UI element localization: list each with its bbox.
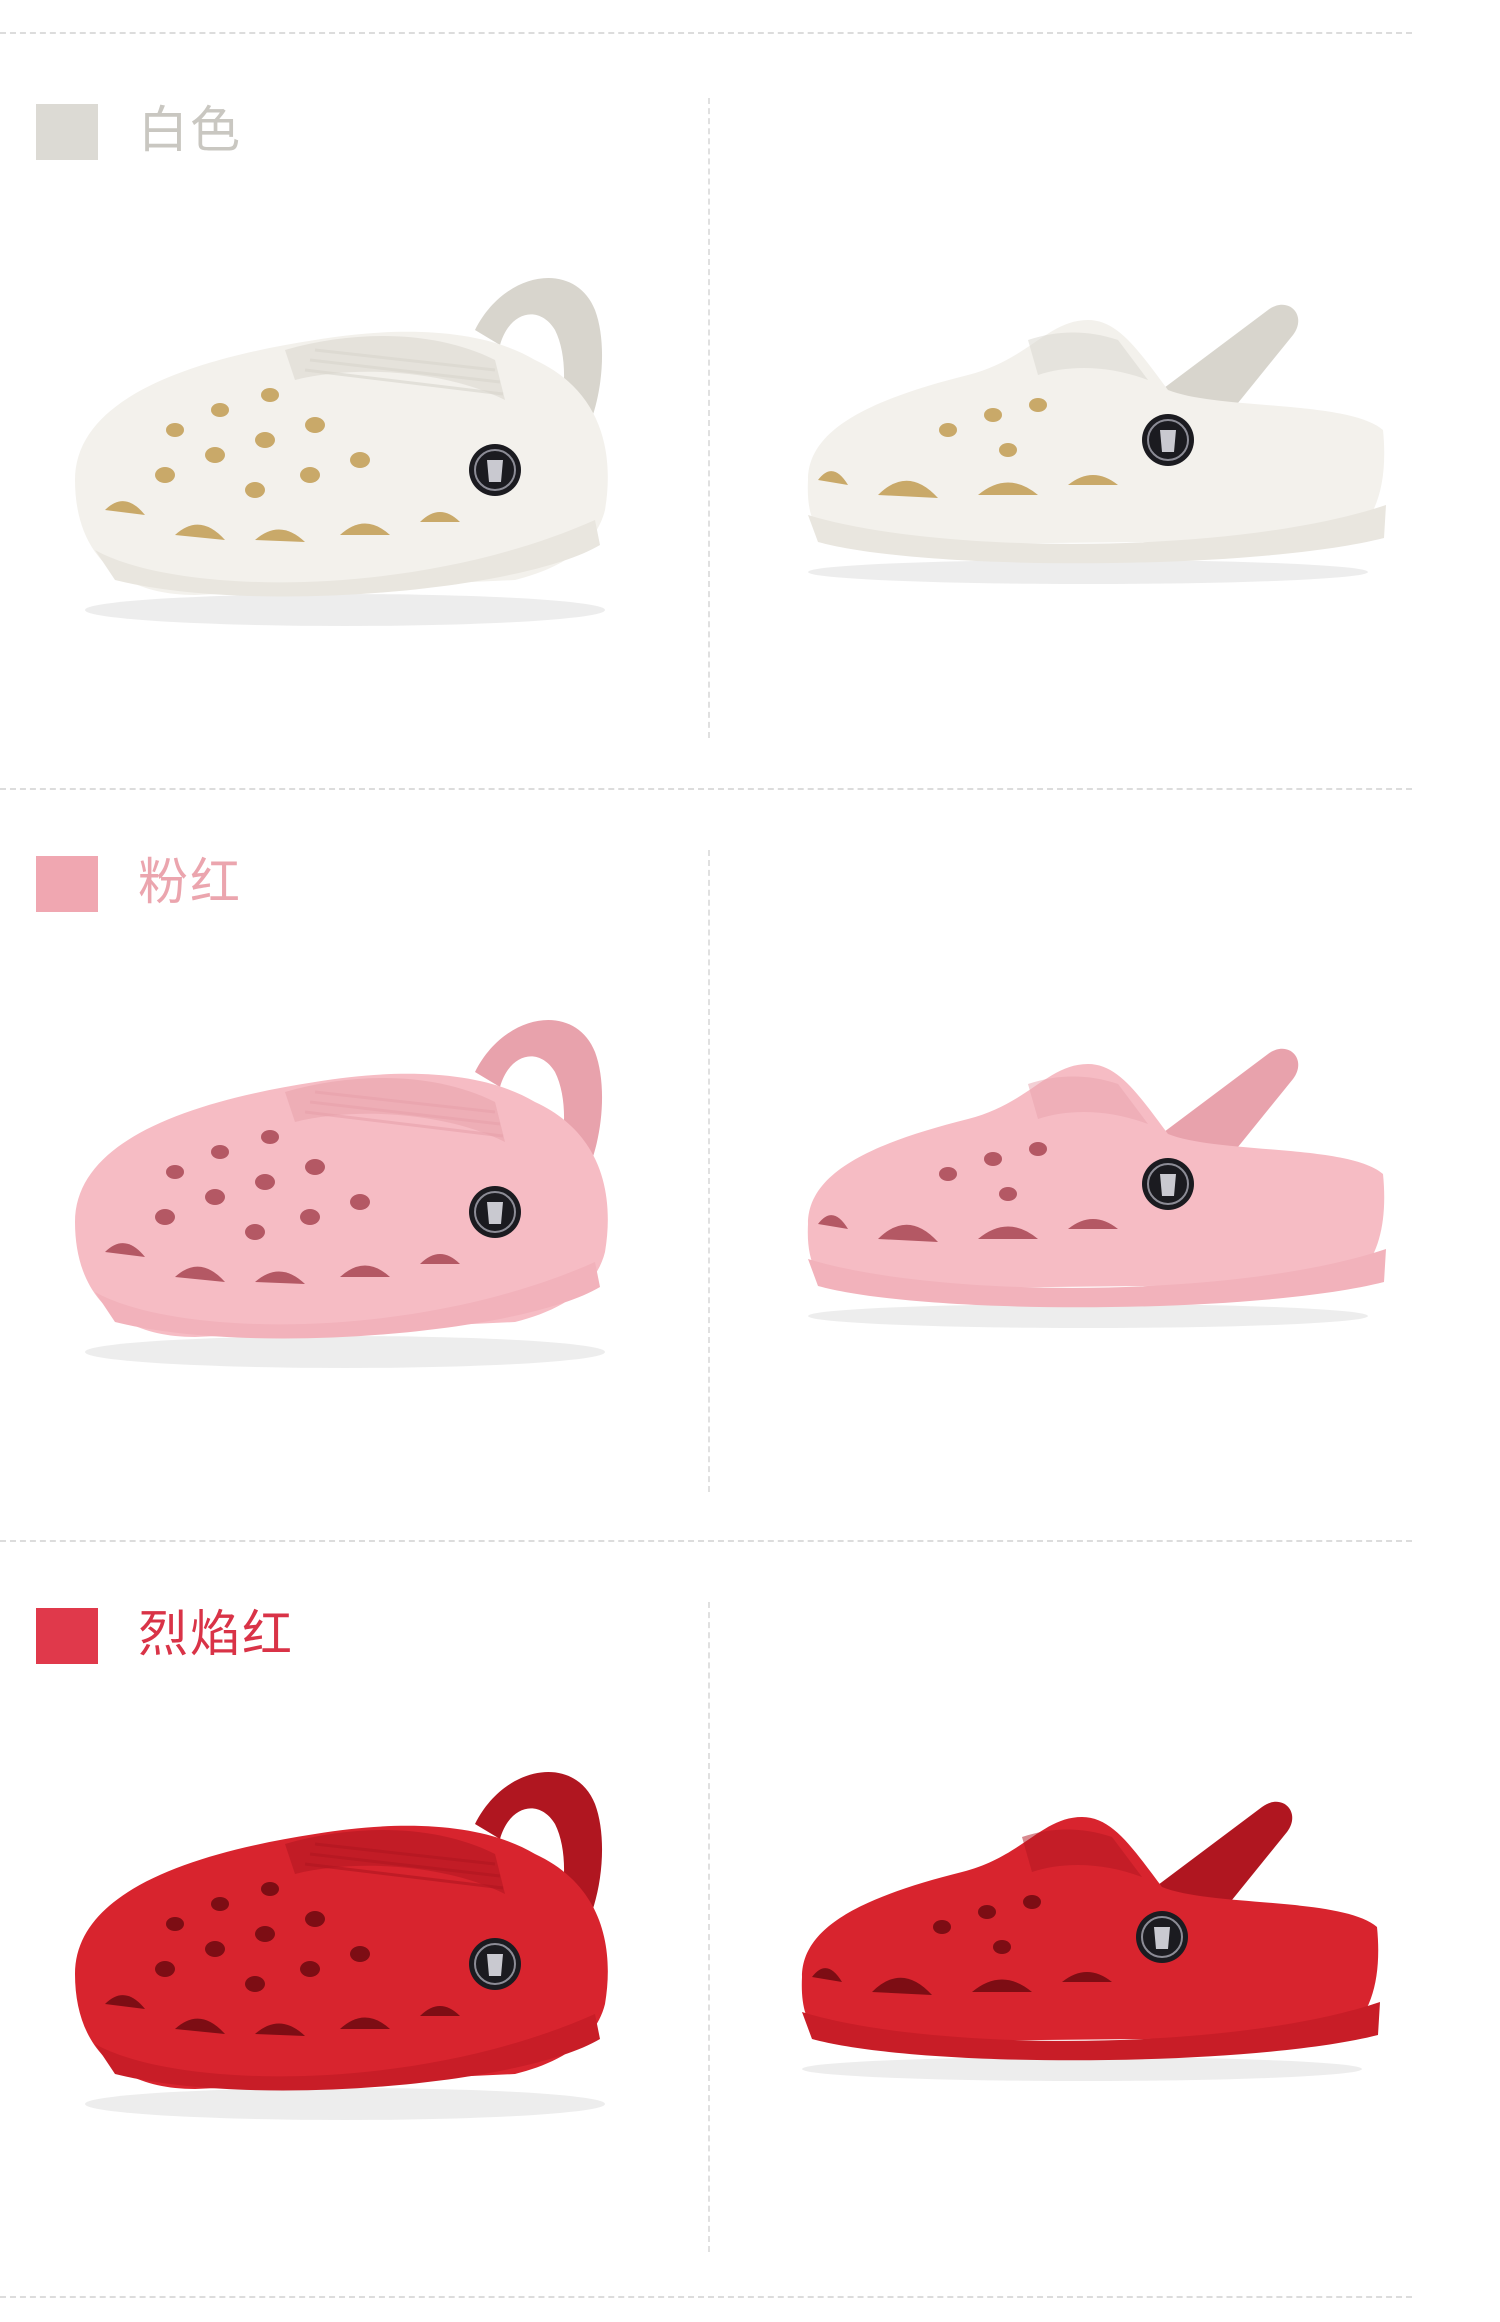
color-swatch <box>36 856 98 912</box>
color-section-pink: 粉红 <box>0 752 1500 1532</box>
color-section-red: 烈焰红 <box>0 1504 1500 2304</box>
column-divider <box>708 850 710 1492</box>
color-section-white: 白色 <box>0 0 1500 780</box>
shoe-image-side <box>782 1772 1382 2092</box>
shoe-image-side <box>788 1024 1388 1334</box>
shoe-image-side <box>788 280 1388 590</box>
color-name-label: 白色 <box>138 101 242 159</box>
color-swatch <box>36 104 98 160</box>
color-swatch <box>36 1608 98 1664</box>
color-name-label: 粉红 <box>138 853 242 911</box>
column-divider <box>708 1602 710 2252</box>
shoe-image-angled <box>55 992 645 1372</box>
shoe-image-angled <box>55 250 645 630</box>
shoe-image-angled <box>50 1744 650 2124</box>
column-divider <box>708 98 710 738</box>
color-name-label: 烈焰红 <box>138 1605 294 1663</box>
